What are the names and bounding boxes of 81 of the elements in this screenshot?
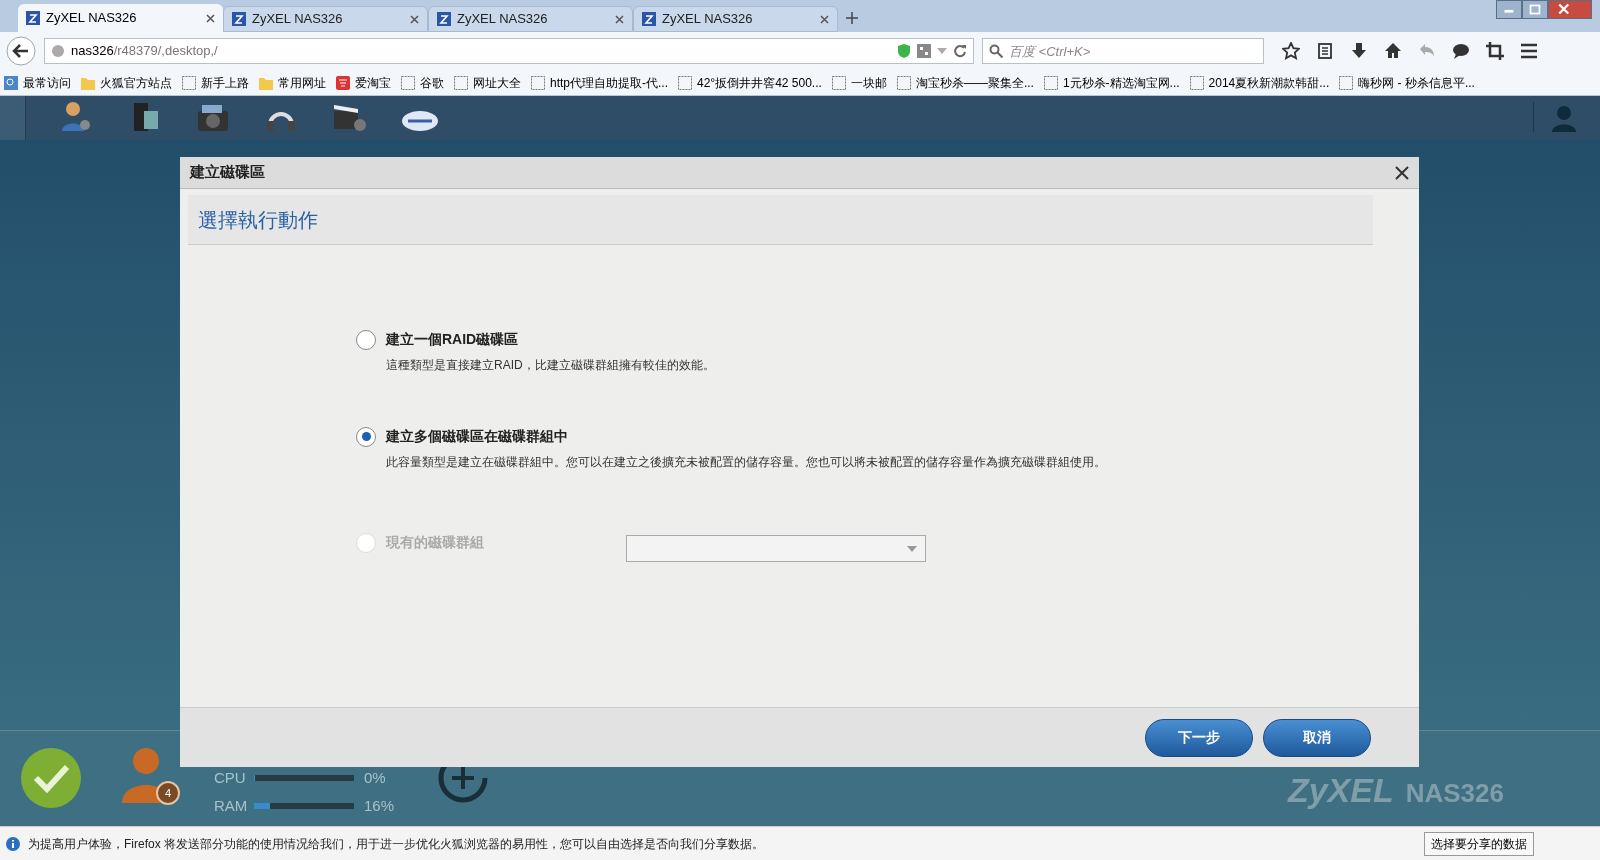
chat-icon[interactable] bbox=[1452, 42, 1470, 60]
user-count-badge: 4 bbox=[156, 781, 180, 805]
radio-button[interactable] bbox=[356, 329, 376, 350]
menu-icon[interactable] bbox=[1520, 42, 1538, 60]
share-data-button[interactable]: 选择要分享的数据 bbox=[1424, 831, 1534, 856]
page-icon[interactable] bbox=[678, 75, 692, 90]
bookmark-link[interactable]: 常用网址 bbox=[259, 73, 326, 92]
page-icon[interactable] bbox=[896, 75, 911, 90]
dropdown-arrow-icon[interactable] bbox=[907, 545, 917, 552]
browser-tab[interactable]: ZyXEL NAS326 bbox=[18, 4, 223, 32]
bookmark-link[interactable]: 1元秒杀-精选淘宝网... bbox=[1043, 73, 1180, 92]
page-icon[interactable] bbox=[1189, 75, 1204, 90]
url-text: nas326/r48379/,desktop,/ bbox=[71, 42, 219, 61]
new-tab-icon[interactable] bbox=[846, 12, 858, 24]
shop-icon[interactable] bbox=[336, 75, 350, 90]
page-icon[interactable] bbox=[454, 75, 468, 90]
home-icon[interactable] bbox=[1384, 42, 1402, 60]
shield-icon[interactable] bbox=[897, 43, 911, 59]
bookmark-link[interactable]: 淘宝秒杀——聚集全... bbox=[896, 73, 1034, 92]
dialog-button[interactable]: 下一步 bbox=[1145, 718, 1253, 757]
bookmark-icon[interactable] bbox=[4, 75, 18, 90]
option-label: 現有的磁碟群組 bbox=[386, 533, 485, 552]
option-label: 建立一個RAID磁碟區 bbox=[386, 330, 519, 349]
close-icon[interactable] bbox=[410, 14, 419, 24]
meter-reading: 0% bbox=[364, 768, 386, 788]
bookmark-link[interactable]: 爱淘宝 bbox=[336, 73, 391, 92]
tab-favicon-icon[interactable] bbox=[26, 11, 40, 25]
close-icon[interactable] bbox=[1395, 165, 1409, 180]
browser-tab[interactable]: ZyXEL NAS326 bbox=[633, 6, 838, 32]
bookmark-link[interactable]: 最常访问 bbox=[4, 73, 71, 92]
close-icon[interactable] bbox=[206, 13, 215, 23]
section-heading: 選擇執行動作 bbox=[198, 207, 318, 233]
bookmark-link[interactable]: http代理自助提取-代... bbox=[531, 73, 668, 92]
brand-name: ZyXEL bbox=[1287, 770, 1394, 811]
close-icon[interactable] bbox=[820, 14, 829, 24]
dialog-title: 建立磁碟區 bbox=[190, 162, 266, 183]
meter-label: CPU bbox=[214, 768, 244, 788]
search-icon[interactable] bbox=[989, 44, 1003, 58]
page-icon[interactable] bbox=[831, 75, 846, 90]
browser-tab[interactable]: ZyXEL NAS326 bbox=[223, 6, 428, 32]
bookmark-link[interactable]: 42°扳倒井井窖42 500... bbox=[678, 73, 822, 92]
check-status-icon[interactable] bbox=[20, 747, 82, 809]
meter-reading: 16% bbox=[364, 796, 395, 816]
minimize-icon[interactable] bbox=[1496, 0, 1522, 19]
reading-list-icon[interactable] bbox=[1316, 42, 1334, 60]
tab-favicon-icon[interactable] bbox=[232, 12, 246, 26]
crop-icon[interactable] bbox=[1486, 42, 1504, 60]
option-description: 此容量類型是建立在磁碟群組中。您可以在建立之後擴充未被配置的儲存容量。您也可以將未被配置的儲存容量作為擴充磁碟群組使用。 bbox=[385, 454, 1107, 471]
address-field[interactable]: nas326/r48379/,desktop,/ bbox=[44, 38, 974, 64]
bookmark-link[interactable]: 网址大全 bbox=[454, 73, 521, 92]
close-icon[interactable] bbox=[1548, 0, 1592, 19]
notification-text: 为提高用户体验，Firefox 将发送部分功能的使用情况给我们，用于进一步优化火狐浏览器的易用性，您可以自由选择是否向我们分享数据。 bbox=[28, 835, 765, 853]
meter-label: RAM bbox=[214, 796, 244, 816]
bookmark-link[interactable]: 火狐官方站点 bbox=[81, 73, 172, 92]
star-icon[interactable] bbox=[1282, 42, 1300, 60]
bookmark-link[interactable]: 新手上路 bbox=[182, 73, 249, 92]
radio-button[interactable] bbox=[356, 426, 376, 447]
toolbar-handle[interactable] bbox=[0, 96, 26, 140]
bookmark-link[interactable]: 嗨秒网 - 秒杀信息平... bbox=[1339, 73, 1475, 92]
tab-favicon-icon[interactable] bbox=[642, 12, 656, 26]
page-icon[interactable] bbox=[1339, 75, 1354, 90]
page-icon[interactable] bbox=[401, 75, 415, 90]
bookmark-link[interactable]: 谷歌 bbox=[401, 73, 444, 92]
option-label: 建立多個磁碟區在磁碟群組中 bbox=[386, 427, 568, 446]
close-icon[interactable] bbox=[615, 14, 624, 24]
back-icon[interactable] bbox=[6, 36, 36, 66]
bookmark-link[interactable]: 一块邮 bbox=[831, 73, 887, 92]
page-icon[interactable] bbox=[182, 75, 196, 90]
bookmark-link[interactable]: 2014夏秋新潮款韩甜... bbox=[1189, 73, 1330, 92]
browser-tab[interactable]: ZyXEL NAS326 bbox=[428, 6, 633, 32]
search-field[interactable]: 百度 <Ctrl+K> bbox=[982, 38, 1264, 64]
dialog-button[interactable]: 取消 bbox=[1263, 718, 1371, 757]
tab-favicon-icon[interactable] bbox=[437, 12, 451, 26]
model-name: NAS326 bbox=[1405, 777, 1504, 810]
page-icon[interactable] bbox=[531, 75, 545, 90]
page-icon[interactable] bbox=[1043, 75, 1058, 90]
info-icon[interactable] bbox=[6, 836, 20, 851]
maximize-icon[interactable] bbox=[1522, 0, 1548, 19]
reload-icon[interactable] bbox=[953, 44, 967, 58]
option-description: 這種類型是直接建立RAID，比建立磁碟群組擁有較佳的效能。 bbox=[385, 357, 716, 374]
download-icon[interactable] bbox=[1350, 42, 1368, 60]
